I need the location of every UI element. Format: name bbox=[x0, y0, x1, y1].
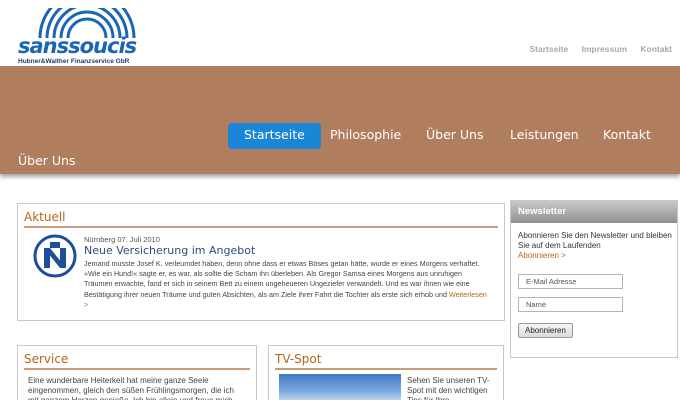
newsletter-text: Abonnieren Sie den Newsletter und bleibe… bbox=[518, 231, 672, 250]
news-text: Jemand musste Josef K. verleumdet haben,… bbox=[84, 259, 492, 310]
name-field[interactable]: Name bbox=[518, 297, 623, 312]
main-nav-leistungen[interactable]: Leistungen bbox=[510, 123, 579, 149]
logo-word-part1: sans bbox=[18, 34, 69, 58]
service-heading: Service bbox=[24, 352, 69, 366]
newsletter-box: Newsletter Abonnieren Sie den Newsletter… bbox=[510, 200, 678, 358]
main-nav-band: Startseite Philosophie Über Uns Leistung… bbox=[0, 66, 680, 174]
service-text: Eine wunderbare Heiterkeit hat meine gan… bbox=[28, 376, 234, 400]
main-nav-ueber-uns-2[interactable]: Über Uns bbox=[18, 149, 75, 175]
news-title[interactable]: Neue Versicherung im Angebot bbox=[84, 244, 255, 257]
subscribe-button[interactable]: Abonnieren bbox=[518, 323, 573, 338]
logo-word-part2: soucis bbox=[68, 34, 137, 58]
top-nav-impressum[interactable]: Impressum bbox=[582, 44, 627, 54]
top-nav-startseite[interactable]: Startseite bbox=[530, 44, 569, 54]
tvspot-heading: TV-Spot bbox=[275, 352, 322, 366]
news-date: Nürnberg 07. Juli 2010 bbox=[84, 235, 160, 244]
logo[interactable]: sanssoucis Hubner&Walther Finanzservice … bbox=[18, 8, 148, 65]
tvspot-video-thumbnail[interactable] bbox=[279, 374, 401, 400]
logo-wordmark: sanssoucis bbox=[18, 34, 137, 58]
service-divider bbox=[24, 368, 250, 370]
tvspot-box: TV-Spot Sehen Sie unseren TV-Spot mit de… bbox=[268, 345, 504, 400]
aktuell-box: Aktuell Nürnberg 07. Juli 2010 Neue Vers… bbox=[17, 203, 505, 321]
header: sanssoucis Hubner&Walther Finanzservice … bbox=[0, 0, 680, 66]
main-nav-kontakt[interactable]: Kontakt bbox=[603, 123, 651, 149]
newsletter-heading: Newsletter bbox=[511, 201, 677, 223]
tvspot-text: Sehen Sie unseren TV-Spot mit den wichti… bbox=[407, 376, 490, 400]
main-nav-ueber-uns[interactable]: Über Uns bbox=[426, 123, 483, 149]
logo-subtitle: Hubner&Walther Finanzservice GbR bbox=[18, 58, 130, 65]
main-nav-philosophie[interactable]: Philosophie bbox=[330, 123, 401, 149]
newsletter-subscribe-link[interactable]: Abonnieren > bbox=[518, 251, 566, 260]
top-nav-kontakt[interactable]: Kontakt bbox=[640, 44, 672, 54]
aktuell-heading: Aktuell bbox=[24, 210, 66, 224]
email-field[interactable]: E-Mail Adresse bbox=[518, 274, 623, 289]
tvspot-divider bbox=[275, 368, 497, 370]
news-body: Jemand musste Josef K. verleumdet haben,… bbox=[84, 259, 480, 299]
service-box: Service Eine wunderbare Heiterkeit hat m… bbox=[17, 345, 257, 400]
top-nav: Startseite Impressum Kontakt bbox=[519, 44, 673, 54]
nuremberg-n-icon bbox=[33, 234, 77, 278]
aktuell-divider bbox=[24, 226, 498, 228]
main-nav-startseite[interactable]: Startseite bbox=[228, 123, 321, 149]
